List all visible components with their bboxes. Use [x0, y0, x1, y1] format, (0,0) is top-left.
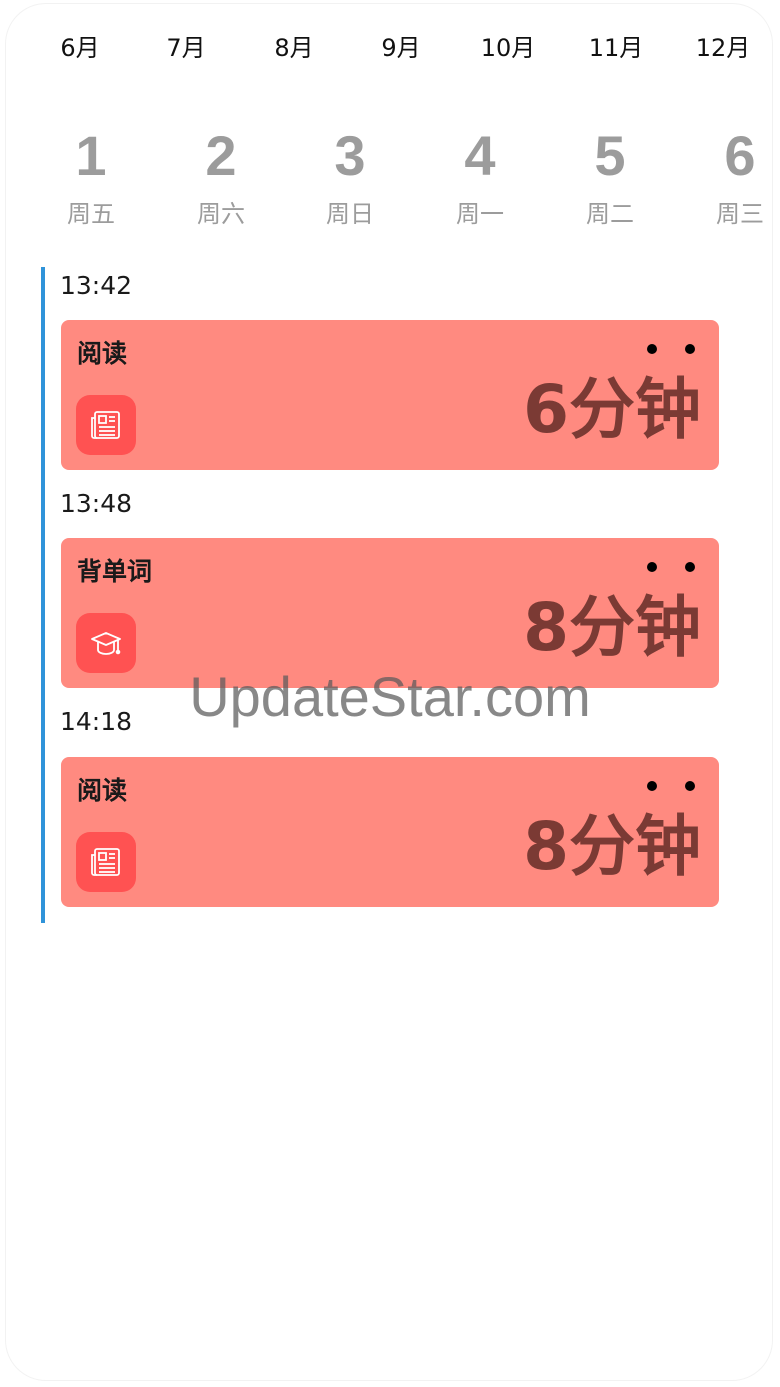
day-item-1[interactable]: 1 周五	[41, 120, 141, 230]
entry-time: 13:42	[60, 271, 133, 300]
more-options-icon[interactable]	[647, 340, 707, 356]
activity-duration: 8分钟	[523, 589, 701, 666]
day-item-6[interactable]: 6 周三	[690, 120, 780, 230]
more-options-icon[interactable]	[647, 558, 707, 574]
day-item-4[interactable]: 4 周一	[430, 120, 530, 230]
entry-time: 14:18	[60, 707, 133, 736]
day-number: 5	[594, 124, 626, 187]
day-number: 4	[464, 124, 496, 187]
timeline-line	[41, 267, 45, 923]
day-weekday: 周一	[456, 200, 504, 228]
day-weekday: 周三	[716, 200, 764, 228]
day-weekday: 周六	[197, 200, 245, 228]
day-number: 2	[205, 124, 237, 187]
activity-title: 阅读	[77, 776, 128, 805]
more-options-icon[interactable]	[647, 777, 707, 793]
activity-duration: 6分钟	[523, 371, 701, 448]
day-number: 3	[334, 124, 366, 187]
day-item-5[interactable]: 5 周二	[560, 120, 660, 230]
activity-card[interactable]: 阅读 6分钟	[61, 320, 719, 470]
day-number: 1	[75, 124, 107, 187]
day-weekday: 周五	[67, 200, 115, 228]
month-item-6[interactable]: 6月	[40, 26, 120, 70]
activity-title: 背单词	[77, 557, 153, 586]
month-item-12[interactable]: 12月	[683, 26, 763, 70]
day-weekday: 周日	[326, 200, 374, 228]
activity-title: 阅读	[77, 339, 128, 368]
day-weekday: 周二	[586, 200, 634, 228]
day-item-2[interactable]: 2 周六	[171, 120, 271, 230]
day-item-3[interactable]: 3 周日	[300, 120, 400, 230]
month-item-10[interactable]: 10月	[468, 26, 548, 70]
month-item-7[interactable]: 7月	[146, 26, 226, 70]
activity-card[interactable]: 背单词 8分钟	[61, 538, 719, 688]
newspaper-icon	[76, 832, 136, 892]
graduation-cap-icon	[76, 613, 136, 673]
month-item-11[interactable]: 11月	[576, 26, 656, 70]
entry-time: 13:48	[60, 489, 133, 518]
day-number: 6	[724, 124, 756, 187]
activity-card[interactable]: 阅读 8分钟	[61, 757, 719, 907]
month-item-9[interactable]: 9月	[361, 26, 441, 70]
newspaper-icon	[76, 395, 136, 455]
month-selector: 6月 7月 8月 9月 10月 11月 12月	[0, 26, 780, 70]
day-selector: 1 周五 2 周六 3 周日 4 周一 5 周二 6 周三	[0, 120, 780, 240]
activity-duration: 8分钟	[523, 808, 701, 885]
month-item-8[interactable]: 8月	[254, 26, 334, 70]
